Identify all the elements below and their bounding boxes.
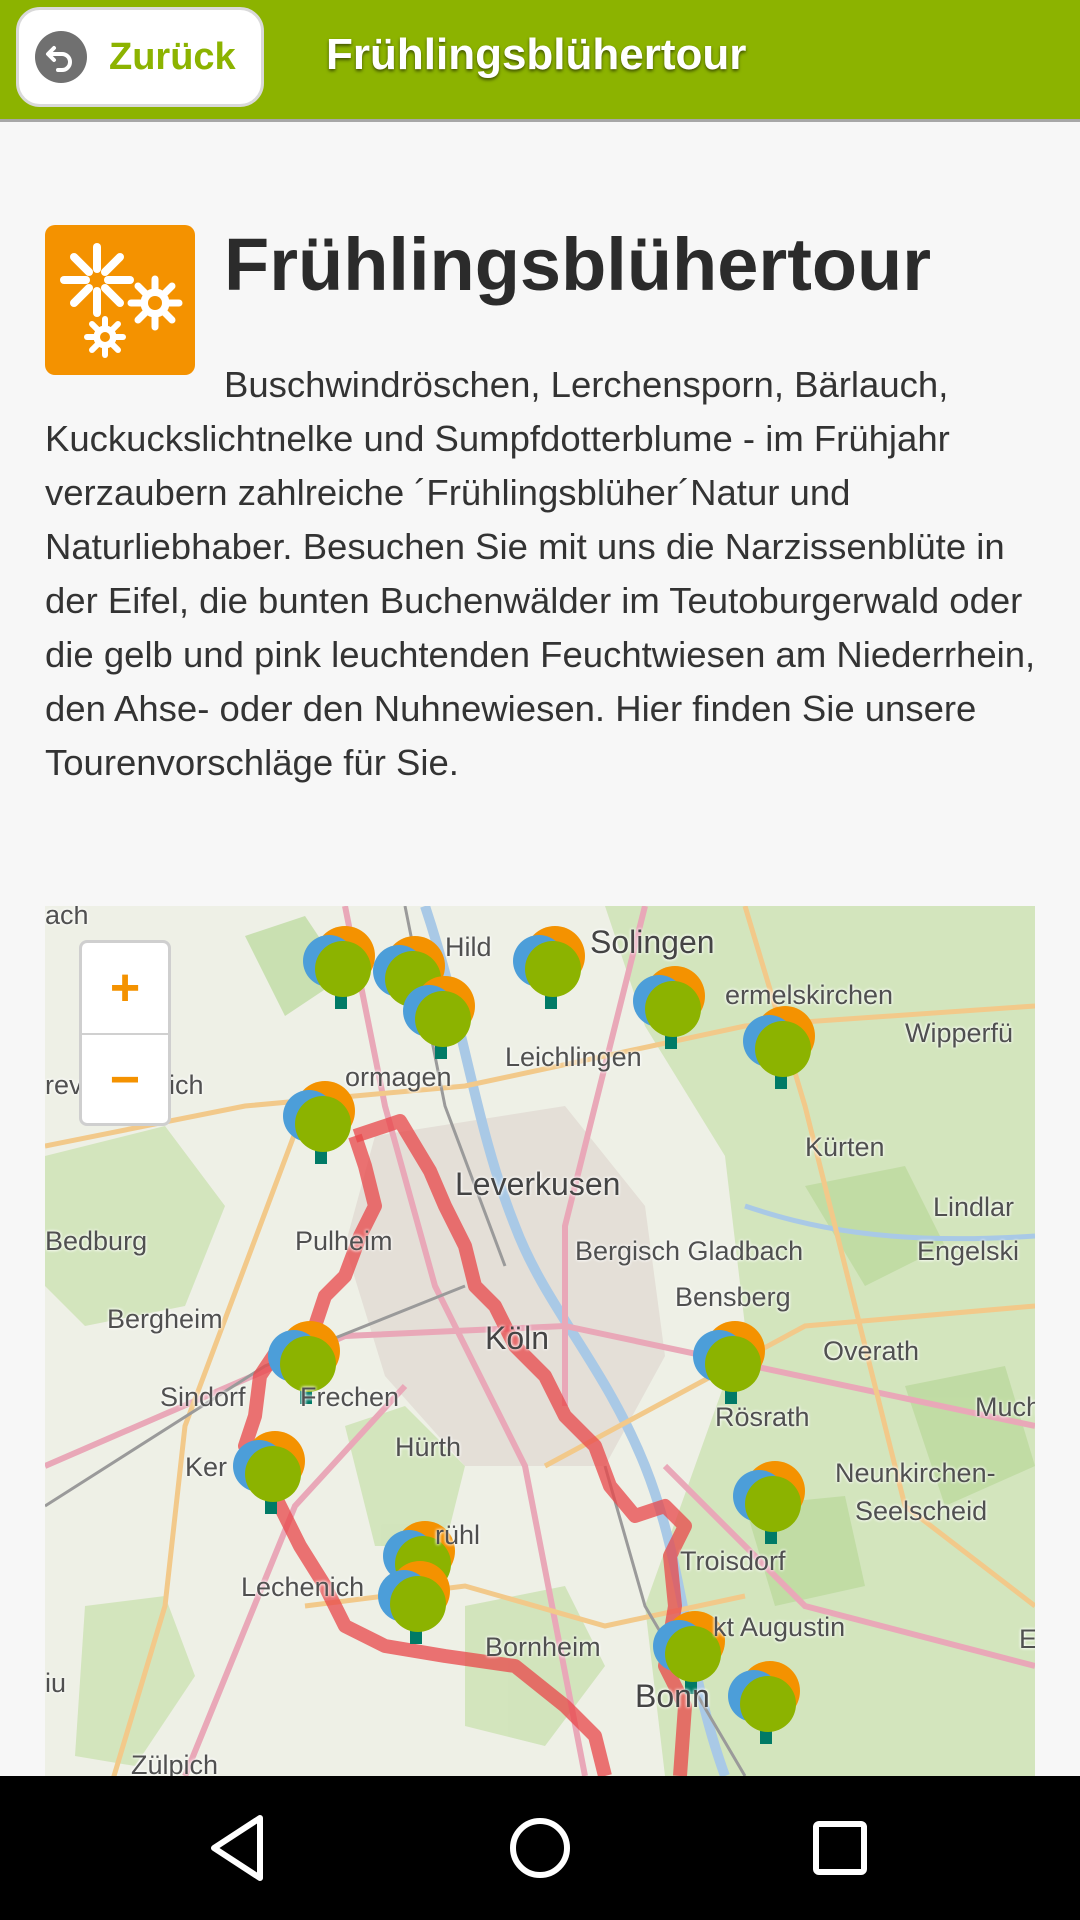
back-button[interactable]: Zurück	[16, 7, 264, 107]
map-label: ach	[45, 906, 89, 930]
map-label: Leichlingen	[505, 1042, 642, 1072]
map-label: kt Augustin	[713, 1612, 846, 1642]
map-label: Bensberg	[675, 1282, 791, 1312]
map-label: Hild	[445, 932, 492, 962]
back-triangle-icon[interactable]	[200, 1808, 280, 1888]
map-label: Pulheim	[295, 1226, 393, 1256]
map-label: Leverkusen	[455, 1166, 621, 1202]
map-label: Kürten	[805, 1132, 885, 1162]
map-label: E	[1019, 1624, 1035, 1654]
map-label: Overath	[823, 1336, 920, 1366]
map-label: Bedburg	[45, 1226, 148, 1256]
map-label: ich	[169, 1070, 204, 1100]
home-circle-icon[interactable]	[500, 1808, 580, 1888]
map-label: Zülpich	[131, 1750, 219, 1776]
header-title: Frühlingsblühertour	[326, 30, 747, 79]
map-label: Hürth	[395, 1432, 462, 1462]
map-label: Ker	[185, 1452, 228, 1482]
map-label: Lindlar	[933, 1192, 1015, 1222]
map-label: Köln	[485, 1320, 550, 1356]
map-label: Rösrath	[715, 1402, 810, 1432]
map-label: Troisdorf	[680, 1546, 786, 1576]
app-header: Zurück Frühlingsblühertour	[0, 0, 1080, 122]
map-label: rev	[45, 1070, 83, 1100]
map-label: Lechenich	[241, 1572, 365, 1602]
flower-cluster-icon	[45, 225, 195, 375]
map-label: Much	[975, 1392, 1035, 1422]
back-arrow-icon	[35, 31, 87, 83]
map-label: ormagen	[345, 1062, 452, 1092]
map-label: Sindorf	[160, 1382, 246, 1412]
map-label: Bonn	[635, 1678, 710, 1714]
map-label: iu	[45, 1668, 67, 1698]
map-label: rühl	[435, 1520, 481, 1550]
map-label: Engelski	[917, 1236, 1020, 1266]
page-title: Frühlingsblühertour	[224, 223, 932, 306]
map-label: Seelscheid	[855, 1496, 988, 1526]
system-nav-bar	[0, 1776, 1080, 1920]
recents-square-icon[interactable]	[800, 1808, 880, 1888]
map-label: Bergheim	[107, 1304, 223, 1334]
tour-map[interactable]: ach Hild Solingen ermelskirchen Wipperfü…	[45, 906, 1035, 1776]
map-label: Bergisch Gladbach	[575, 1236, 804, 1266]
zoom-control: + −	[79, 940, 171, 1126]
map-label: Neunkirchen-	[835, 1458, 996, 1488]
map-label: ermelskirchen	[725, 980, 894, 1010]
map-label: Frechen	[300, 1382, 400, 1412]
map-label: Wipperfü	[905, 1018, 1014, 1048]
zoom-out-button[interactable]: −	[82, 1035, 168, 1125]
map-label: Bornheim	[485, 1632, 601, 1662]
map-label: Solingen	[590, 924, 715, 960]
back-button-label: Zurück	[109, 35, 236, 78]
tour-description: Buschwindröschen, Lerchensporn, Bärlauch…	[45, 364, 1036, 783]
zoom-in-button[interactable]: +	[82, 943, 168, 1033]
